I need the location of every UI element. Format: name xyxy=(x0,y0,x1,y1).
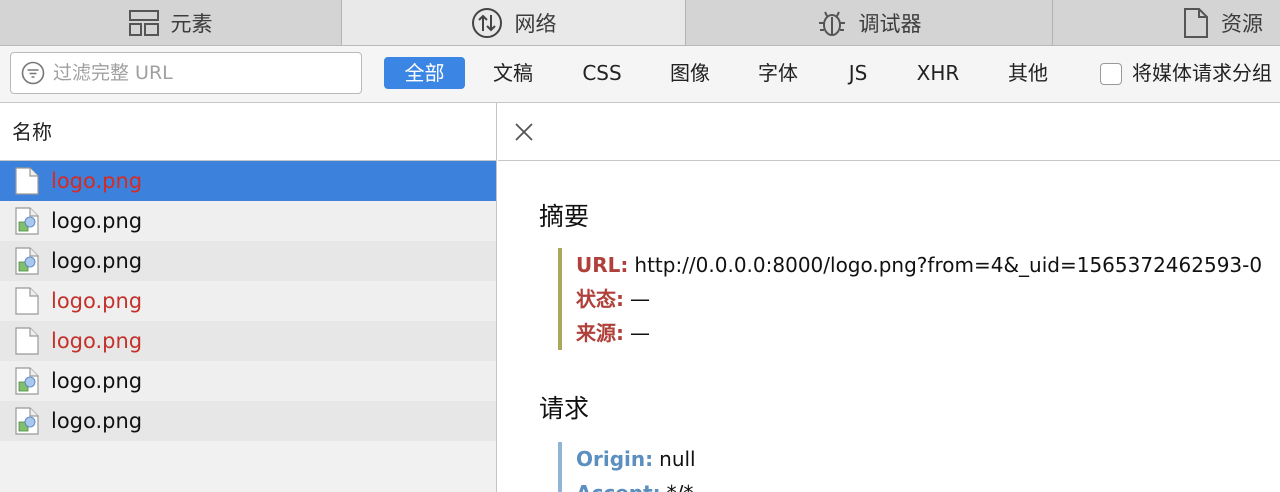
file-icon xyxy=(15,287,39,315)
tab-label: 资源 xyxy=(1221,11,1263,36)
request-origin: Origin: null xyxy=(576,447,696,471)
file-icon xyxy=(15,167,39,195)
resources-icon xyxy=(1184,7,1208,38)
filter-bar: 全部 文稿 CSS 图像 字体 JS XHR 其他 将媒体请求分组 xyxy=(0,46,1280,103)
request-name: logo.png xyxy=(51,369,143,393)
request-name: logo.png xyxy=(51,209,143,233)
panel-tab-bar: 元素 网络 调试器 资源 xyxy=(0,0,1280,46)
filter-type-all[interactable]: 全部 xyxy=(384,57,465,89)
filter-type-css[interactable]: CSS xyxy=(572,57,632,89)
tab-elements[interactable]: 元素 xyxy=(0,0,342,45)
request-headers-block: Origin:null Accept:*/* xyxy=(558,442,696,492)
request-row[interactable]: logo.png xyxy=(0,241,496,281)
filter-field xyxy=(10,52,362,94)
debugger-icon xyxy=(818,11,845,36)
request-name: logo.png xyxy=(51,249,143,273)
summary-block: URL: http://0.0.0.0:8000/logo.png?from=4&… xyxy=(558,248,1262,350)
tab-network[interactable]: 网络 xyxy=(342,0,686,45)
request-details: 摘要 URL: http://0.0.0.0:8000/logo.png?from… xyxy=(498,103,1280,492)
tab-label: 元素 xyxy=(170,11,213,36)
request-accept: Accept:*/* xyxy=(576,476,696,492)
request-row[interactable]: logo.png xyxy=(0,361,496,401)
request-title: 请求 xyxy=(539,394,590,423)
request-name: logo.png xyxy=(51,169,143,193)
request-row[interactable]: logo.png xyxy=(0,321,496,361)
filter-icon xyxy=(21,61,45,85)
image-file-icon xyxy=(15,207,39,235)
request-row[interactable]: logo.png xyxy=(0,401,496,441)
network-icon xyxy=(471,7,502,38)
tab-debugger[interactable]: 调试器 xyxy=(686,0,1053,45)
request-name: logo.png xyxy=(51,409,143,433)
filter-type-fonts[interactable]: 字体 xyxy=(748,57,808,89)
close-icon[interactable] xyxy=(512,120,536,144)
tab-label: 网络 xyxy=(514,11,557,36)
request-row[interactable]: logo.png xyxy=(0,161,496,201)
tab-label: 调试器 xyxy=(858,11,922,36)
request-list: 名称 logo.png logo.png logo.png logo.png logo.… xyxy=(0,103,497,492)
request-name: logo.png xyxy=(51,329,143,353)
filter-type-other[interactable]: 其他 xyxy=(997,57,1059,89)
filter-type-xhr[interactable]: XHR xyxy=(908,57,968,89)
group-media-label[interactable]: 将媒体请求分组 xyxy=(1132,57,1272,89)
file-icon xyxy=(15,327,39,355)
summary-source: 来源: — xyxy=(576,321,650,345)
filter-type-images[interactable]: 图像 xyxy=(660,57,720,89)
image-file-icon xyxy=(15,407,39,435)
filter-type-js[interactable]: JS xyxy=(838,57,878,89)
summary-title: 摘要 xyxy=(539,202,590,231)
summary-url: URL: http://0.0.0.0:8000/logo.png?from=4&… xyxy=(576,253,1263,277)
filter-type-documents[interactable]: 文稿 xyxy=(482,57,544,89)
request-row[interactable]: logo.png xyxy=(0,201,496,241)
url-filter-input[interactable] xyxy=(53,62,343,84)
summary-status: 状态: — xyxy=(576,287,650,311)
request-name: logo.png xyxy=(51,289,143,313)
request-row[interactable]: logo.png xyxy=(0,281,496,321)
elements-icon xyxy=(128,9,159,36)
column-header-name[interactable]: 名称 xyxy=(0,103,496,161)
image-file-icon xyxy=(15,367,39,395)
details-toolbar xyxy=(498,103,1280,161)
tab-resources[interactable]: 资源 xyxy=(1053,0,1280,45)
request-rows: logo.png logo.png logo.png logo.png logo.png… xyxy=(0,161,496,441)
image-file-icon xyxy=(15,247,39,275)
group-media-checkbox[interactable] xyxy=(1100,63,1122,85)
